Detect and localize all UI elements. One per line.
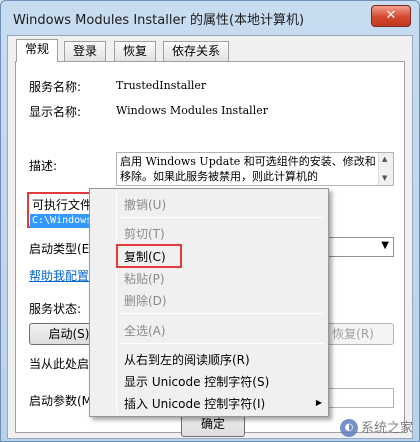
tab-general[interactable]: 常规: [16, 39, 59, 62]
ok-button-label: 确定: [200, 417, 225, 431]
menu-item-cut[interactable]: 剪切(T): [124, 225, 165, 242]
watermark-text: 系统之家: [360, 420, 413, 436]
close-icon: ✕: [385, 8, 397, 23]
startup-type-label: 启动类型(E: [29, 242, 90, 256]
service-status-label: 服务状态:: [29, 302, 82, 316]
menu-item-paste[interactable]: 粘贴(P): [124, 270, 165, 287]
description-label: 描述:: [29, 159, 58, 173]
window-title: Windows Modules Installer 的属性(本地计算机): [13, 13, 305, 28]
menu-item-select-all[interactable]: 全选(A): [124, 322, 166, 339]
description-text: 启用 Windows Update 和可选组件的安装、修改和移除。如果此服务被禁…: [120, 155, 376, 183]
service-name-label: 服务名称:: [29, 80, 82, 94]
properties-dialog: Windows Modules Installer 的属性(本地计算机) ✕ 常…: [0, 0, 420, 442]
menu-separator: [120, 343, 324, 344]
help-configure-link[interactable]: 帮助我配置: [29, 267, 89, 284]
description-box[interactable]: 启用 Windows Update 和可选组件的安装、修改和移除。如果此服务被禁…: [116, 152, 394, 186]
menu-item-insert-unicode[interactable]: 插入 Unicode 控制字符(I): [124, 395, 265, 412]
watermark-logo-icon: ◐: [339, 419, 358, 437]
description-scrollbar[interactable]: ▲ ▼: [378, 153, 393, 185]
menu-separator: [120, 313, 324, 314]
start-params-label: 启动参数(M: [29, 394, 93, 408]
start-from-here-label: 当从此处启: [29, 357, 90, 371]
menu-item-delete[interactable]: 删除(D): [124, 292, 167, 309]
tab-recovery[interactable]: 恢复: [114, 41, 157, 61]
context-menu: 撤销(U) 剪切(T) 复制(C) 粘贴(P) 删除(D) 全选(A) 从右到左…: [89, 188, 329, 417]
menu-item-copy[interactable]: 复制(C): [124, 248, 166, 265]
menu-item-undo[interactable]: 撤销(U): [124, 196, 166, 213]
scroll-up-icon[interactable]: ▲: [382, 155, 387, 163]
submenu-arrow-icon: ▶: [315, 398, 322, 407]
close-button[interactable]: ✕: [371, 5, 411, 27]
watermark: ◐ 系统之家: [339, 417, 413, 437]
menu-item-rtl-reading[interactable]: 从右到左的阅读顺序(R): [124, 351, 250, 368]
menu-item-show-unicode[interactable]: 显示 Unicode 控制字符(S): [124, 373, 269, 390]
menu-gutter: [116, 191, 117, 414]
display-name-label: 显示名称:: [29, 105, 82, 119]
title-bar[interactable]: Windows Modules Installer 的属性(本地计算机) ✕: [1, 1, 419, 33]
display-name-value: Windows Modules Installer: [116, 104, 268, 117]
chevron-down-icon: ▼: [381, 240, 389, 251]
service-name-value: TrustedInstaller: [116, 79, 207, 92]
menu-separator: [120, 217, 324, 218]
scroll-down-icon[interactable]: ▼: [382, 174, 387, 182]
tab-logon[interactable]: 登录: [64, 41, 107, 61]
tab-dependencies[interactable]: 依存关系: [163, 41, 230, 61]
